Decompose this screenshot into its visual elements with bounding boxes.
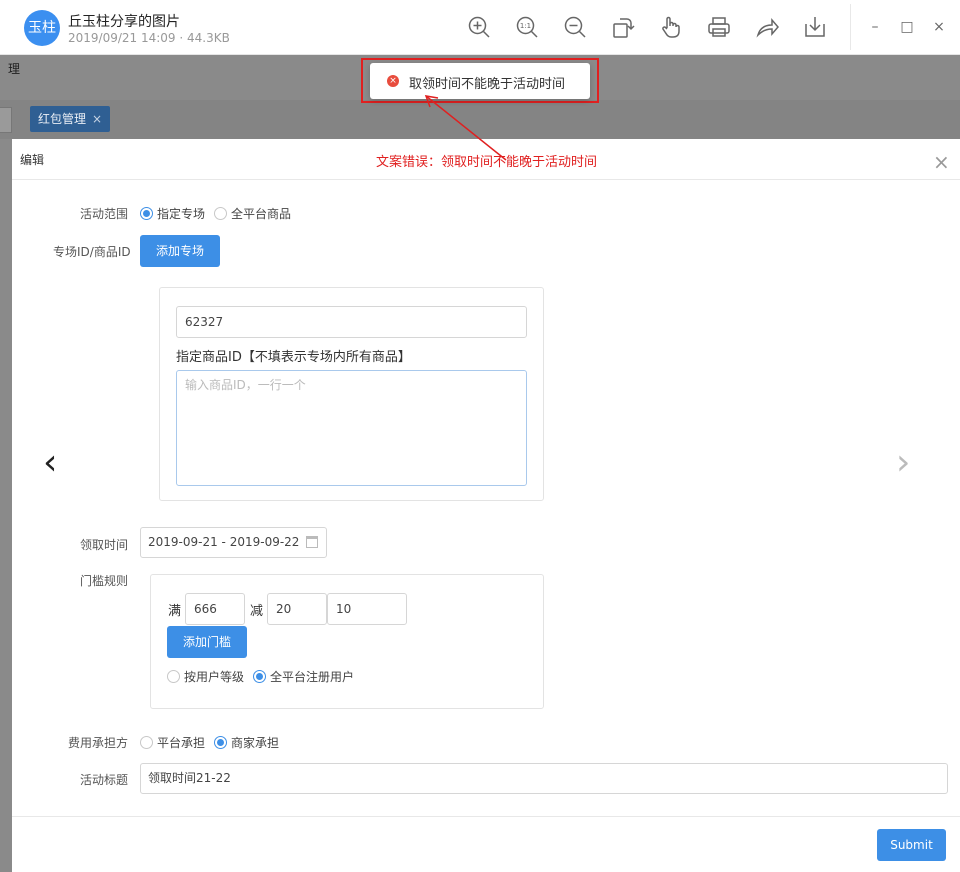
actual-size-icon[interactable]: 1:1 <box>515 15 539 39</box>
minus-amount-input[interactable]: 20 <box>267 593 327 625</box>
radio-circle-checked[interactable] <box>140 207 153 220</box>
dialog-title: 编辑 <box>20 153 45 167</box>
radio-circle[interactable] <box>167 670 180 683</box>
activity-title-input[interactable]: 领取时间21-22 <box>140 763 948 794</box>
tab-red-packet[interactable]: 红包管理 × <box>30 106 111 132</box>
radio-label: 全平台商品 <box>231 207 292 221</box>
breadcrumb: 理 <box>8 62 21 76</box>
add-venue-button[interactable]: 添加专场 <box>140 235 220 267</box>
radio-circle-checked[interactable] <box>214 736 227 749</box>
threshold-label: 门槛规则 <box>80 574 129 588</box>
maximize-icon[interactable]: □ <box>897 17 917 37</box>
minus-label: 减 <box>250 604 264 619</box>
dialog-header-divider <box>12 179 960 180</box>
receive-time-value: 2019-09-21 - 2019-09-22 <box>148 535 300 549</box>
actual-size-label: 1:1 <box>520 22 531 30</box>
overlay-left <box>0 139 12 872</box>
add-threshold-button[interactable]: 添加门槛 <box>167 626 247 658</box>
full-amount-input[interactable]: 666 <box>185 593 245 625</box>
minimize-icon[interactable]: – <box>865 17 885 37</box>
viewer-title: 丘玉柱分享的图片 <box>68 14 180 30</box>
radio-all-registered-users[interactable]: 全平台注册用户 <box>253 668 354 685</box>
close-icon[interactable]: × <box>929 17 949 37</box>
radio-label: 全平台注册用户 <box>270 670 355 684</box>
zoom-in-icon[interactable] <box>467 15 491 39</box>
threshold-card: 满 666 减 20 10 添加门槛 按用户等级 全平台注册用户 <box>150 574 544 709</box>
product-id-label: 指定商品ID【不填表示专场内所有商品】 <box>176 350 411 365</box>
hand-icon[interactable] <box>659 15 683 39</box>
download-icon[interactable] <box>803 15 827 39</box>
radio-circle-checked[interactable] <box>253 670 266 683</box>
activity-title-label: 活动标题 <box>80 773 129 787</box>
radio-all-platform[interactable]: 全平台商品 <box>214 205 291 222</box>
rotate-icon[interactable] <box>611 15 635 39</box>
venue-id-label: 专场ID/商品ID <box>53 245 131 259</box>
product-id-placeholder: 输入商品ID，一行一个 <box>185 378 306 392</box>
radio-merchant-bears[interactable]: 商家承担 <box>214 734 279 751</box>
viewer-meta: 2019/09/21 14:09 · 44.3KB <box>68 31 230 45</box>
dialog-footer-divider <box>12 816 960 817</box>
venue-card: 62327 指定商品ID【不填表示专场内所有商品】 输入商品ID，一行一个 <box>159 287 544 501</box>
full-label: 满 <box>168 604 182 619</box>
share-icon[interactable] <box>755 15 779 39</box>
radio-specified-venue[interactable]: 指定专场 <box>140 205 205 222</box>
tab-close-icon[interactable]: × <box>92 112 102 126</box>
error-icon: × <box>387 75 399 87</box>
print-icon[interactable] <box>707 15 731 39</box>
radio-label: 按用户等级 <box>184 670 245 684</box>
avatar: 玉柱 <box>24 10 60 46</box>
cost-bearer-label: 费用承担方 <box>68 736 129 750</box>
tab-previous[interactable] <box>0 107 12 133</box>
tab-label: 红包管理 <box>38 112 87 126</box>
product-id-textarea[interactable]: 输入商品ID，一行一个 <box>176 370 527 486</box>
activity-scope-label: 活动范围 <box>80 207 129 221</box>
zoom-out-icon[interactable] <box>563 15 587 39</box>
chevron-right-icon[interactable]: › <box>896 445 910 481</box>
viewer-title-bar: 玉柱 丘玉柱分享的图片 2019/09/21 14:09 · 44.3KB 1:… <box>0 0 960 55</box>
radio-label: 平台承担 <box>157 736 206 750</box>
calendar-icon <box>306 536 318 548</box>
receive-time-range-picker[interactable]: 2019-09-21 - 2019-09-22 <box>140 527 327 558</box>
dialog-close-icon[interactable]: × <box>933 152 950 172</box>
receive-time-label: 领取时间 <box>80 538 129 552</box>
toolbar-divider <box>850 4 851 50</box>
toast-message: 取领时间不能晚于活动时间 <box>409 77 566 92</box>
radio-label: 商家承担 <box>231 736 280 750</box>
radio-circle[interactable] <box>214 207 227 220</box>
annotation-note: 文案错误：领取时间不能晚于活动时间 <box>376 155 598 170</box>
radio-circle[interactable] <box>140 736 153 749</box>
venue-id-input[interactable]: 62327 <box>176 306 527 338</box>
radio-by-user-level[interactable]: 按用户等级 <box>167 668 244 685</box>
chevron-left-icon[interactable]: ‹ <box>43 445 57 481</box>
minus-amount-input-2[interactable]: 10 <box>327 593 407 625</box>
submit-button[interactable]: Submit <box>877 829 946 861</box>
radio-label: 指定专场 <box>157 207 206 221</box>
radio-platform-bears[interactable]: 平台承担 <box>140 734 205 751</box>
edit-dialog: 编辑 × 活动范围 指定专场 全平台商品 专场ID/商品ID 添加专场 6232… <box>12 139 960 872</box>
